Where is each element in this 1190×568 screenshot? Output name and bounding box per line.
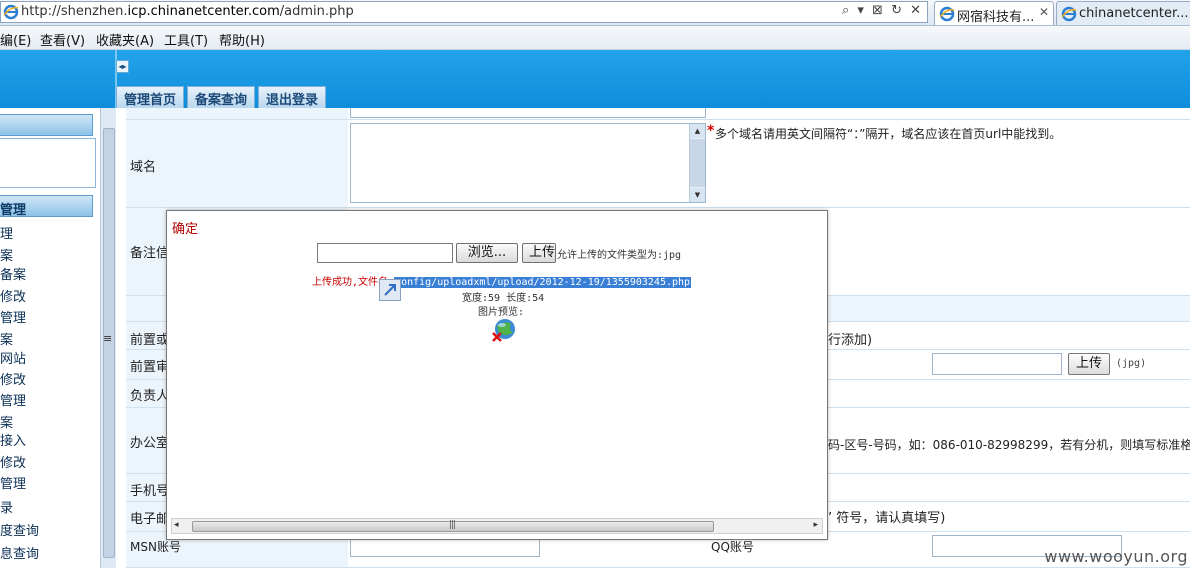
- browse-button[interactable]: 浏览...: [456, 243, 518, 263]
- domain-hint: 多个域名请用英文间隔符“：”隔开，域名应该在首页url中能找到。: [715, 127, 1062, 141]
- uploaded-file-path[interactable]: config/uploadxml/upload/2012-12-19/13559…: [394, 277, 692, 288]
- record-info-label: 备注信: [130, 246, 170, 261]
- sidebar-header-label: 管理: [0, 203, 27, 218]
- scroll-down-icon[interactable]: ▼: [690, 188, 705, 202]
- preview-label: 图片预览:: [478, 307, 525, 318]
- sidebar-header-manage[interactable]: 管理: [0, 195, 93, 218]
- required-star: *: [707, 123, 715, 139]
- sidebar-item[interactable]: 理: [0, 223, 13, 242]
- sidebar-item[interactable]: 管理: [0, 390, 26, 409]
- msn-label: MSN账号: [130, 540, 181, 554]
- sidebar-header-1[interactable]: [0, 114, 93, 136]
- dialog-hscrollbar[interactable]: ◂ ||| ▸: [171, 518, 823, 534]
- sidebar-item[interactable]: 度查询: [0, 520, 39, 539]
- upload-button[interactable]: 上传: [1068, 353, 1110, 375]
- ie-icon: [1061, 6, 1077, 22]
- owner-label: 负责人: [130, 389, 170, 404]
- hscroll-thumb[interactable]: |||: [192, 520, 714, 532]
- address-bar: http://shenzhen.icp.chinanetcenter.com/a…: [0, 0, 1190, 26]
- browser-tab-2[interactable]: chinanetcenter...: [1056, 1, 1190, 25]
- upload-success-line: 上传成功,文件名:config/uploadxml/upload/2012-12…: [312, 273, 692, 288]
- scroll-right-icon[interactable]: ▸: [813, 520, 818, 530]
- tab-record-query[interactable]: 备案查询: [187, 86, 255, 108]
- sidebar-item[interactable]: 录: [0, 497, 13, 516]
- sidebar-item[interactable]: 接入: [0, 430, 26, 449]
- sidebar-item[interactable]: 案: [0, 329, 13, 348]
- sidebar-item[interactable]: 备案: [0, 264, 26, 283]
- sidebar-splitter[interactable]: ≡: [100, 108, 116, 568]
- watermark: www.wooyun.org: [1044, 547, 1188, 566]
- tab-label: chinanetcenter...: [1079, 6, 1189, 21]
- collapse-toggle-icon[interactable]: ◂▸: [116, 60, 129, 73]
- sidebar: 管理 理 案 备案 修改 管理 案 网站 修改 管理 案 接入 修改 管理 录 …: [0, 108, 100, 568]
- mobile-label: 手机号: [130, 484, 170, 499]
- sidebar-item[interactable]: 网站: [0, 348, 26, 367]
- gutter: [116, 108, 126, 568]
- email-label: 电子邮: [130, 512, 170, 527]
- scroll-up-icon[interactable]: ▲: [690, 124, 705, 138]
- sidebar-item[interactable]: 案: [0, 245, 13, 264]
- upload-dialog: 确定 浏览... 上传 允许上传的文件类型为:jpg 上传成功,文件名:conf…: [166, 210, 828, 540]
- textarea-scrollbar[interactable]: ▲ ▼: [689, 124, 705, 202]
- prefix-hint: 行添加): [828, 333, 873, 348]
- file-path-input[interactable]: [317, 243, 453, 263]
- grip-icon: |||: [449, 520, 456, 530]
- ie-icon: [939, 6, 955, 22]
- sidebar-item[interactable]: 案: [0, 412, 13, 431]
- prefix-label-2: 前置审: [130, 360, 170, 375]
- scroll-left-icon[interactable]: ◂: [174, 520, 179, 530]
- prefix-file-input[interactable]: [932, 353, 1062, 375]
- browser-tab-1[interactable]: 网宿科技有... ✕: [934, 1, 1054, 25]
- form-row: [126, 108, 1190, 120]
- sidebar-item[interactable]: 修改: [0, 286, 26, 305]
- allowed-types-text: 允许上传的文件类型为:jpg: [557, 250, 682, 261]
- email-hint: ’ 符号，请认真填写): [828, 511, 946, 526]
- dialog-upload-button[interactable]: 上传: [522, 243, 556, 263]
- broken-image-icon: [492, 319, 515, 342]
- menu-edit[interactable]: 编(E): [0, 30, 31, 49]
- office-label: 办公室: [130, 436, 170, 451]
- prefix-label-1: 前置或: [130, 333, 170, 348]
- upload-type-hint: (jpg): [1116, 358, 1147, 369]
- domain-label: 域名: [130, 160, 157, 175]
- cursor-icon: [379, 279, 401, 301]
- tab-label: 网宿科技有...: [957, 10, 1035, 25]
- office-hint: 码-区号-号码，如：086-010-82998299，若有分机，则填写标准格式：: [828, 438, 1190, 452]
- menu-tools[interactable]: 工具(T): [164, 30, 208, 49]
- ie-icon: [3, 4, 19, 20]
- sidebar-item[interactable]: 息查询: [0, 543, 39, 562]
- domain-textarea[interactable]: ▲ ▼: [350, 123, 706, 203]
- menu-favorites[interactable]: 收藏夹(A): [96, 30, 154, 49]
- sidebar-item[interactable]: 修改: [0, 452, 26, 471]
- url-text: http://shenzhen.icp.chinanetcenter.com/a…: [21, 4, 354, 19]
- menu-help[interactable]: 帮助(H): [219, 30, 265, 49]
- grip-icon: ≡: [103, 332, 113, 345]
- tab-admin-home[interactable]: 管理首页: [116, 86, 184, 108]
- menu-bar: 编(E) 查看(V) 收藏夹(A) 工具(T) 帮助(H): [0, 26, 1190, 50]
- qq-label: QQ账号: [711, 540, 754, 554]
- sidebar-item[interactable]: 管理: [0, 307, 26, 326]
- tab-logout[interactable]: 退出登录: [258, 86, 326, 108]
- menu-view[interactable]: 查看(V): [40, 30, 85, 49]
- url-tool-icons[interactable]: ⌕ ▾ ⊠ ↻ ✕: [842, 3, 923, 18]
- msn-input[interactable]: [350, 537, 540, 557]
- close-icon[interactable]: ✕: [1039, 5, 1049, 19]
- sidebar-item[interactable]: 修改: [0, 369, 26, 388]
- scroll-thumb[interactable]: [690, 139, 705, 187]
- url-input[interactable]: http://shenzhen.icp.chinanetcenter.com/a…: [0, 1, 928, 23]
- sidebar-panel: [0, 138, 96, 188]
- image-dimensions: 宽度:59 长度:54: [462, 293, 545, 304]
- dialog-title[interactable]: 确定: [172, 218, 198, 237]
- sidebar-item[interactable]: 管理: [0, 473, 26, 492]
